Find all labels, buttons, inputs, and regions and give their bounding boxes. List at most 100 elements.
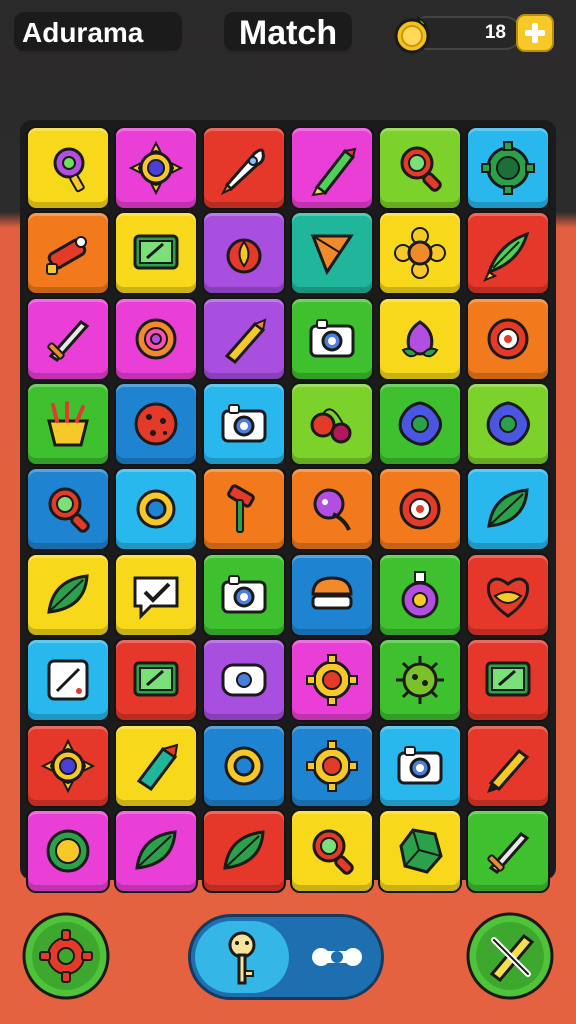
board-tile[interactable] bbox=[290, 382, 374, 467]
board-tile[interactable] bbox=[114, 467, 198, 552]
board-tile[interactable] bbox=[290, 126, 374, 210]
board-tile[interactable] bbox=[26, 467, 110, 552]
board-tile[interactable] bbox=[202, 126, 286, 210]
board-tile[interactable] bbox=[378, 467, 462, 552]
game-title-center: Match bbox=[224, 12, 352, 54]
board-tile[interactable] bbox=[378, 552, 462, 637]
board-tile[interactable] bbox=[466, 467, 550, 552]
hammer-icon bbox=[227, 484, 255, 534]
flower-icon bbox=[394, 227, 446, 280]
plus-icon bbox=[525, 23, 545, 43]
disc-icon bbox=[487, 318, 529, 360]
add-coins-button[interactable] bbox=[516, 14, 554, 52]
crystal-icon bbox=[136, 743, 179, 791]
board-tile[interactable] bbox=[114, 296, 198, 381]
board-tile[interactable] bbox=[378, 382, 462, 467]
board-tile[interactable] bbox=[202, 296, 286, 381]
blob-icon bbox=[398, 401, 442, 446]
magnifier-icon bbox=[312, 829, 354, 875]
potion-icon bbox=[401, 570, 439, 619]
board-tile[interactable] bbox=[26, 723, 110, 808]
board-tile[interactable] bbox=[26, 552, 110, 637]
cherries-icon bbox=[310, 408, 352, 444]
board-tile[interactable] bbox=[26, 382, 110, 467]
board-tile[interactable] bbox=[378, 126, 462, 210]
ring-icon bbox=[224, 746, 264, 786]
virus-icon bbox=[396, 656, 444, 705]
camera-icon bbox=[221, 574, 267, 614]
board-tile[interactable] bbox=[378, 638, 462, 723]
board-tile[interactable] bbox=[290, 638, 374, 723]
board-tile[interactable] bbox=[26, 211, 110, 296]
shield-icon bbox=[46, 829, 90, 873]
board-tile[interactable] bbox=[26, 638, 110, 723]
gear-icon bbox=[22, 912, 110, 1000]
board-tile[interactable] bbox=[466, 211, 550, 296]
settings-button[interactable] bbox=[22, 912, 110, 1000]
board-tile[interactable] bbox=[202, 638, 286, 723]
screen-icon bbox=[133, 234, 179, 270]
board-tile[interactable] bbox=[114, 211, 198, 296]
coin-icon bbox=[394, 16, 430, 54]
board-tile[interactable] bbox=[202, 808, 286, 893]
board-tile[interactable] bbox=[466, 638, 550, 723]
board-tile[interactable] bbox=[290, 211, 374, 296]
board-tile[interactable] bbox=[26, 296, 110, 381]
heart-icon bbox=[486, 577, 530, 618]
lollipop-icon bbox=[53, 147, 85, 193]
gear-icon bbox=[306, 739, 358, 792]
board-tile[interactable] bbox=[114, 382, 198, 467]
tablet-icon bbox=[47, 659, 89, 701]
board-tile[interactable] bbox=[114, 126, 198, 210]
board-tile[interactable] bbox=[290, 723, 374, 808]
turtle-gear-icon bbox=[481, 141, 535, 195]
board-tile[interactable] bbox=[202, 552, 286, 637]
board-tile[interactable] bbox=[114, 638, 198, 723]
board-tile[interactable] bbox=[26, 808, 110, 893]
board-tile[interactable] bbox=[202, 211, 286, 296]
board-tile[interactable] bbox=[290, 467, 374, 552]
board-tile[interactable] bbox=[114, 723, 198, 808]
board-tile[interactable] bbox=[26, 126, 110, 210]
board-tile[interactable] bbox=[114, 552, 198, 637]
blob-icon bbox=[486, 401, 530, 446]
rock-icon bbox=[399, 828, 443, 874]
screen-icon bbox=[485, 661, 531, 697]
board-tile[interactable] bbox=[290, 552, 374, 637]
rocket-icon bbox=[220, 148, 265, 196]
board-tile[interactable] bbox=[466, 723, 550, 808]
board-tile[interactable] bbox=[378, 211, 462, 296]
crayon-icon bbox=[224, 318, 267, 364]
robot-icon bbox=[221, 663, 267, 697]
hint-button[interactable] bbox=[466, 912, 554, 1000]
cookie-icon bbox=[134, 402, 178, 446]
leaf-icon bbox=[47, 574, 89, 614]
mode-toggle[interactable] bbox=[188, 914, 384, 1000]
board-tile[interactable] bbox=[466, 126, 550, 210]
lighter-icon bbox=[46, 236, 87, 276]
camera-icon bbox=[309, 318, 355, 358]
board-tile[interactable] bbox=[202, 723, 286, 808]
kite-icon bbox=[310, 234, 354, 276]
board-tile[interactable] bbox=[466, 382, 550, 467]
board-tile[interactable] bbox=[114, 808, 198, 893]
board-tile[interactable] bbox=[466, 808, 550, 893]
board-tile[interactable] bbox=[466, 296, 550, 381]
board-tile[interactable] bbox=[202, 382, 286, 467]
sun-gear-icon bbox=[40, 738, 96, 793]
flame-pot-icon bbox=[226, 238, 262, 274]
disc-icon bbox=[399, 488, 441, 530]
top-bar: Adurama Match 18 bbox=[0, 0, 576, 66]
toggle-knob[interactable] bbox=[195, 921, 289, 993]
leaf-rocket-icon bbox=[482, 231, 530, 283]
board-tile[interactable] bbox=[378, 296, 462, 381]
sword-icon bbox=[487, 831, 530, 874]
board-tile[interactable] bbox=[466, 552, 550, 637]
leaf-icon bbox=[135, 830, 177, 870]
board-tile[interactable] bbox=[202, 467, 286, 552]
board-tile[interactable] bbox=[290, 808, 374, 893]
coin-counter: 18 bbox=[392, 12, 562, 54]
board-tile[interactable] bbox=[378, 723, 462, 808]
board-tile[interactable] bbox=[290, 296, 374, 381]
board-tile[interactable] bbox=[378, 808, 462, 893]
